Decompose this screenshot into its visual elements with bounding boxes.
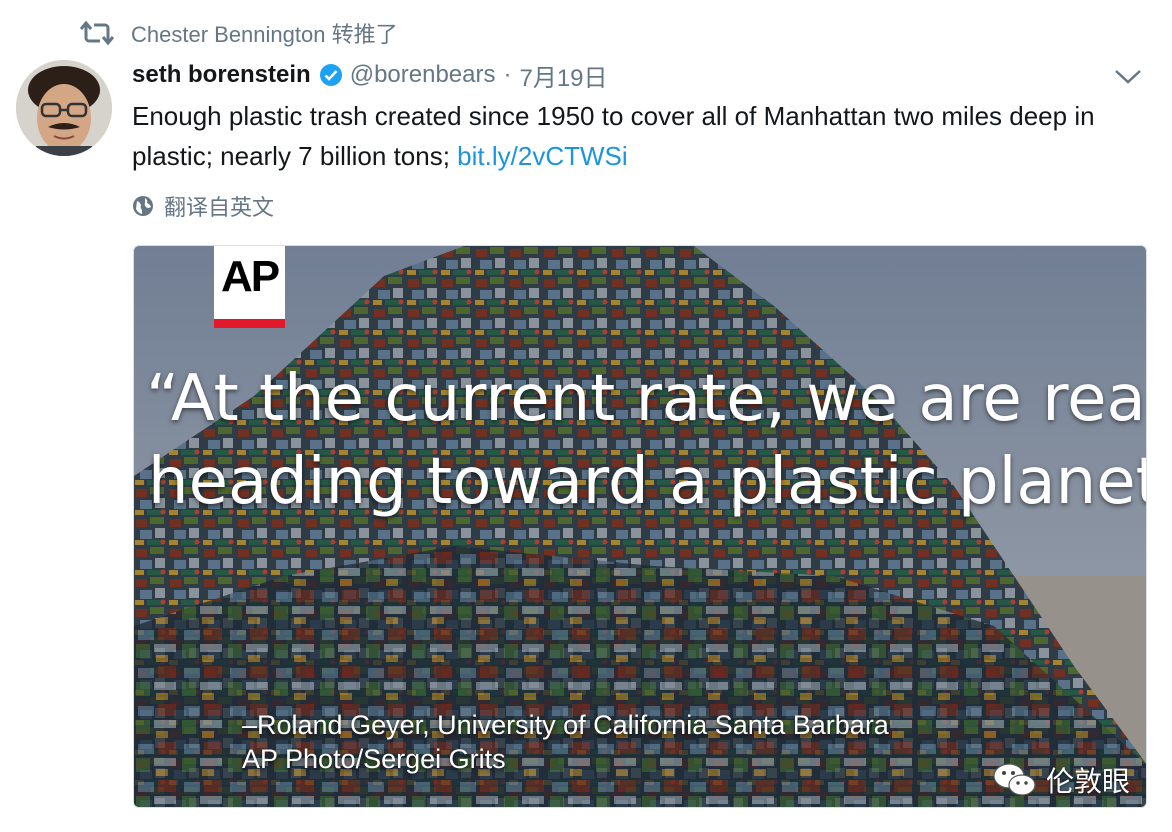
tweet-date[interactable]: 7月19日 [519,58,607,93]
author-handle[interactable]: @borenbears [350,61,496,89]
globe-icon [133,196,153,216]
watermark-text: 伦敦眼 [1046,766,1131,797]
tweet-link[interactable]: bit.ly/2vCTWSi [457,141,627,171]
translate-button[interactable]: 翻译自英文 [132,190,274,222]
tweet-text: Enough plastic trash created since 1950 … [132,96,1132,176]
translate-label[interactable]: 翻译自英文 [164,190,274,222]
chevron-down-icon[interactable] [1110,62,1146,90]
tweet-header: seth borenstein @borenbears · 7月19日 [132,56,608,94]
quote-line-1: “At the current rate, we are really [146,362,1147,436]
separator-dot: · [503,61,512,88]
credit-line-2: AP Photo/Sergei Grits [242,744,506,774]
avatar[interactable] [16,60,112,156]
wechat-icon [993,763,1036,796]
avatar-image [16,60,112,156]
verified-badge-icon [319,64,342,86]
retweet-icon [80,20,114,46]
retweet-text[interactable]: Chester Bennington 转推了 [131,17,398,49]
credit-line-1: –Roland Geyer, University of California … [242,710,889,740]
quote-line-2: heading toward a plastic planet.” [148,445,1147,519]
author-name[interactable]: seth borenstein [132,61,311,89]
retweet-context[interactable]: Chester Bennington 转推了 [80,16,398,50]
ap-logo-bar [214,319,285,328]
media-image[interactable]: AP “At the current rate, we are really h… [133,245,1147,808]
ap-logo-text: AP [220,252,280,301]
watermark: 伦敦眼 [990,758,1130,802]
ap-logo: AP [214,246,285,328]
quote-text: “At the current rate, we are really head… [144,358,1147,524]
photo-credit: –Roland Geyer, University of California … [242,708,889,776]
